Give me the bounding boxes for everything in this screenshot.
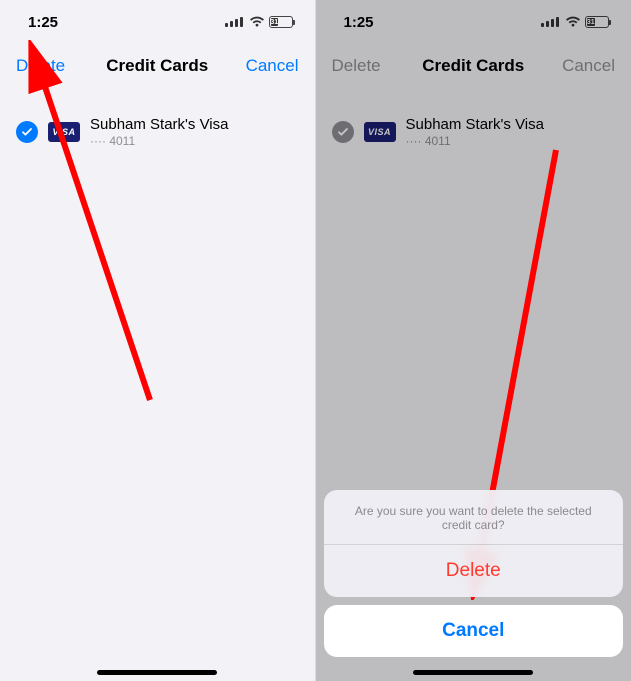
status-right: 31 (225, 16, 293, 28)
card-name: Subham Stark's Visa (90, 116, 229, 133)
card-row[interactable]: VISA Subham Stark's Visa ···· 4011 (16, 108, 299, 156)
battery-level: 31 (271, 18, 279, 26)
page-title: Credit Cards (106, 56, 208, 76)
sheet-cancel-button[interactable]: Cancel (324, 605, 624, 657)
delete-button[interactable]: Delete (16, 56, 65, 76)
screen-credit-cards-edit: 1:25 31 Delete Credit Cards Cancel VISA … (0, 0, 316, 681)
home-indicator[interactable] (97, 670, 217, 675)
action-sheet: Are you sure you want to delete the sele… (324, 490, 624, 657)
annotation-arrow (20, 40, 170, 410)
cancel-button[interactable]: Cancel (246, 56, 299, 76)
action-sheet-group: Are you sure you want to delete the sele… (324, 490, 624, 597)
home-indicator[interactable] (413, 670, 533, 675)
battery-icon: 31 (269, 16, 293, 28)
wifi-icon (249, 16, 265, 28)
cellular-icon (225, 17, 243, 27)
selection-check-icon[interactable] (16, 121, 38, 143)
sheet-message: Are you sure you want to delete the sele… (324, 490, 624, 544)
card-info: Subham Stark's Visa ···· 4011 (90, 116, 229, 148)
status-bar: 1:25 31 (0, 0, 315, 44)
screen-credit-cards-confirm: 1:25 31 Delete Credit Cards Cancel VISA … (316, 0, 631, 681)
visa-badge: VISA (48, 122, 80, 142)
nav-bar: Delete Credit Cards Cancel (0, 44, 315, 88)
card-masked-number: ···· 4011 (90, 134, 229, 148)
card-list: VISA Subham Stark's Visa ···· 4011 (0, 108, 315, 156)
confirm-delete-button[interactable]: Delete (324, 545, 624, 597)
status-time: 1:25 (28, 14, 58, 31)
